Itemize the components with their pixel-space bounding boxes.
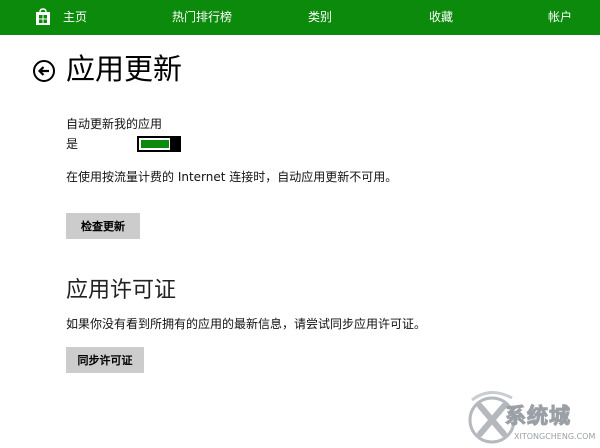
license-section-title: 应用许可证 [66, 278, 177, 303]
sync-license-button[interactable]: 同步许可证 [66, 347, 144, 373]
watermark-text: 系统城 [505, 404, 571, 429]
nav-account[interactable]: 帐户 [548, 0, 572, 35]
nav-categories[interactable]: 类别 [308, 0, 332, 35]
back-arrow-icon[interactable] [32, 59, 56, 83]
check-updates-button[interactable]: 检查更新 [66, 213, 140, 239]
store-bag-icon[interactable] [34, 8, 52, 26]
metered-connection-note: 在使用按流量计费的 Internet 连接时，自动应用更新不可用。 [66, 170, 398, 184]
page-title: 应用更新 [66, 52, 183, 86]
nav-top-charts[interactable]: 热门排行榜 [172, 0, 232, 35]
toggle-thumb[interactable] [170, 136, 179, 152]
nav-home[interactable]: 主页 [63, 0, 87, 35]
auto-update-toggle[interactable] [137, 136, 181, 152]
top-nav-bar: 主页 热门排行榜 类别 收藏 帐户 [0, 0, 600, 35]
license-note: 如果你没有看到所拥有的应用的最新信息，请尝试同步应用许可证。 [66, 317, 427, 331]
auto-update-label: 自动更新我的应用 [66, 117, 163, 131]
nav-favorites[interactable]: 收藏 [429, 0, 453, 35]
toggle-fill [141, 140, 169, 148]
watermark-subtext: XITONGCHENG.COM [514, 432, 596, 441]
auto-update-state: 是 [66, 137, 79, 151]
